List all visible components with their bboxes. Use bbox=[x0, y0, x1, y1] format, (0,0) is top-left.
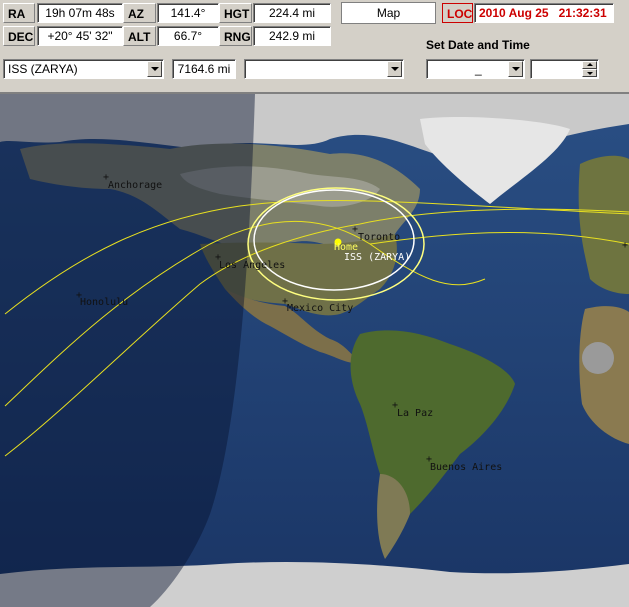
spin-up-icon[interactable] bbox=[582, 61, 597, 69]
world-map[interactable]: + Anchorage + Toronto + Los Angeles + Ho… bbox=[0, 92, 629, 607]
loc-datetime: 2010 Aug 25 21:32:31 bbox=[474, 3, 614, 23]
satellite-select-value: ISS (ZARYA) bbox=[8, 62, 78, 76]
map-button[interactable]: Map bbox=[341, 2, 436, 24]
az-value: 141.4° bbox=[157, 3, 219, 23]
loc-label: LOC bbox=[442, 3, 473, 23]
dec-value: +20° 45' 32" bbox=[37, 26, 123, 46]
satellite-label: ISS (ZARYA) bbox=[344, 252, 410, 263]
city-label-toronto: Toronto bbox=[358, 232, 400, 243]
rng-label: RNG bbox=[219, 26, 252, 46]
rng-value: 242.9 mi bbox=[253, 26, 331, 46]
hgt-label: HGT bbox=[219, 3, 252, 23]
city-label-la-paz: La Paz bbox=[397, 408, 433, 419]
hgt-value: 224.4 mi bbox=[253, 3, 331, 23]
city-label-buenos-aires: Buenos Aires bbox=[430, 462, 502, 473]
city-label-los-angeles: Los Angeles bbox=[219, 260, 285, 271]
ra-label: RA bbox=[3, 3, 35, 23]
city-marker-edge: + bbox=[622, 240, 628, 251]
alt-label: ALT bbox=[123, 26, 156, 46]
az-label: AZ bbox=[123, 3, 156, 23]
satellite-select[interactable]: ISS (ZARYA) bbox=[3, 59, 164, 79]
spin-down-icon[interactable] bbox=[582, 69, 597, 77]
chevron-down-icon[interactable] bbox=[387, 61, 402, 77]
distance-value: 7164.6 mi bbox=[172, 59, 236, 79]
date-select[interactable]: _ bbox=[426, 59, 525, 79]
time-spinner[interactable] bbox=[530, 59, 599, 79]
set-date-time-label: Set Date and Time bbox=[426, 38, 530, 52]
moon-marker bbox=[582, 342, 614, 374]
map-canvas: + Anchorage + Toronto + Los Angeles + Ho… bbox=[0, 94, 629, 607]
alt-value: 66.7° bbox=[157, 26, 219, 46]
date-select-value: _ bbox=[475, 62, 482, 76]
city-label-honolulu: Honolulu bbox=[80, 297, 128, 308]
secondary-select[interactable] bbox=[244, 59, 404, 79]
ra-value: 19h 07m 48s bbox=[37, 3, 123, 23]
dec-label: DEC bbox=[3, 26, 35, 46]
chevron-down-icon[interactable] bbox=[147, 61, 162, 77]
city-label-anchorage: Anchorage bbox=[108, 180, 162, 191]
chevron-down-icon[interactable] bbox=[508, 61, 523, 77]
city-label-mexico-city: Mexico City bbox=[287, 303, 353, 314]
